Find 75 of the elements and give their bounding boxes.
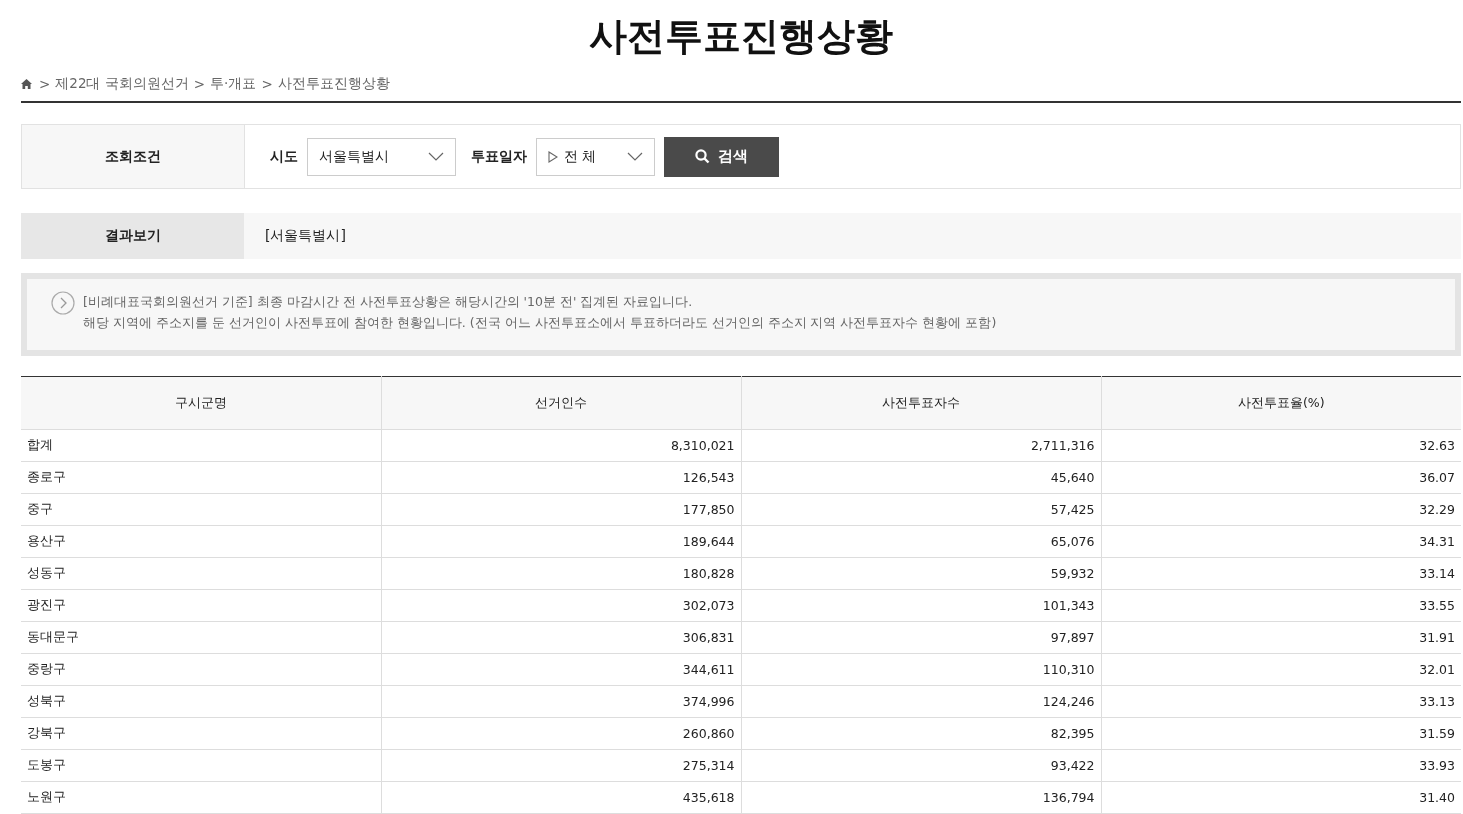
date-label: 투표일자 <box>471 147 527 166</box>
table-cell: 32.01 <box>1101 653 1461 686</box>
column-header: 사전투표율(%) <box>1101 376 1461 430</box>
table-cell: 136,794 <box>741 781 1101 814</box>
table-cell: 33.13 <box>1101 685 1461 718</box>
table-cell: 124,246 <box>741 685 1101 718</box>
table-cell: 32.63 <box>1101 429 1461 462</box>
column-header: 구시군명 <box>21 376 381 430</box>
table-cell: 275,314 <box>381 749 741 782</box>
table-cell: 344,611 <box>381 653 741 686</box>
column-header: 선거인수 <box>381 376 741 430</box>
notice-text: [비례대표국회의원선거 기준] 최종 마감시간 전 사전투표상황은 해당시간의 '10분 전' 집계된 자료입니다. <box>83 294 694 311</box>
table-cell: 광진구 <box>21 589 381 622</box>
home-icon[interactable] <box>21 79 32 89</box>
search-heading: 조회조건 <box>22 125 245 188</box>
table-cell: 성동구 <box>21 557 381 590</box>
table-cell: 31.40 <box>1101 781 1461 814</box>
table-cell: 97,897 <box>741 621 1101 654</box>
table-cell: 110,310 <box>741 653 1101 686</box>
breadcrumb-separator: > <box>193 76 206 92</box>
table-cell: 33.14 <box>1101 557 1461 590</box>
table-cell: 34.31 <box>1101 525 1461 558</box>
table-cell: 도봉구 <box>21 749 381 782</box>
notice-text: 해당 지역에 주소지를 둔 선거인이 사전투표에 참여한 현황입니다. (전국 어느 사전투표소에서 투표하더라도 선거인의 주소지 지역 사전투표자수 현황에 포함) <box>83 315 997 332</box>
region-label: 시도 <box>270 147 298 166</box>
table-cell: 31.91 <box>1101 621 1461 654</box>
table-cell: 용산구 <box>21 525 381 558</box>
chevron-down-icon <box>428 152 444 161</box>
chevron-circle-icon <box>51 291 75 315</box>
breadcrumb-separator: > <box>39 76 51 92</box>
table-cell: 126,543 <box>381 461 741 494</box>
table-cell: 260,860 <box>381 717 741 750</box>
table-cell: 82,395 <box>741 717 1101 750</box>
result-heading: 결과보기 <box>21 213 244 259</box>
table-cell: 65,076 <box>741 525 1101 558</box>
breadcrumb-link[interactable]: 사전투표진행상황 <box>277 75 390 93</box>
table-cell: 57,425 <box>741 493 1101 526</box>
table-cell: 435,618 <box>381 781 741 814</box>
table-cell: 성북구 <box>21 685 381 718</box>
chevron-down-icon <box>627 152 643 161</box>
triangle-right-icon <box>548 150 558 163</box>
date-dropdown[interactable]: 전 체 <box>536 137 655 176</box>
table-cell: 93,422 <box>741 749 1101 782</box>
breadcrumb-separator: > <box>261 76 273 92</box>
search-button[interactable]: 검색 <box>664 136 779 177</box>
table-cell: 180,828 <box>381 557 741 590</box>
table-cell: 노원구 <box>21 781 381 814</box>
table-cell: 36.07 <box>1101 461 1461 494</box>
table-cell: 45,640 <box>741 461 1101 494</box>
table-cell: 177,850 <box>381 493 741 526</box>
page-title: 사전투표진행상황 <box>588 13 894 60</box>
table-cell: 강북구 <box>21 717 381 750</box>
table-cell: 8,310,021 <box>381 429 741 462</box>
breadcrumb-link[interactable]: 제22대 국회의원선거 <box>55 75 189 93</box>
table-cell: 중구 <box>21 493 381 526</box>
table-cell: 종로구 <box>21 461 381 494</box>
table-cell: 합계 <box>21 429 381 462</box>
breadcrumb-link[interactable]: 투·개표 <box>210 75 257 93</box>
table-cell: 동대문구 <box>21 621 381 654</box>
column-header: 사전투표자수 <box>741 376 1101 430</box>
search-icon <box>695 149 710 164</box>
table-cell: 302,073 <box>381 589 741 622</box>
table-cell: 33.55 <box>1101 589 1461 622</box>
table-cell: 189,644 <box>381 525 741 558</box>
table-cell: 101,343 <box>741 589 1101 622</box>
table-cell: 중랑구 <box>21 653 381 686</box>
table-cell: 374,996 <box>381 685 741 718</box>
result-region: [서울특별시] <box>264 226 346 245</box>
table-cell: 33.93 <box>1101 749 1461 782</box>
table-cell: 306,831 <box>381 621 741 654</box>
region-dropdown[interactable]: 서울특별시 <box>307 137 456 176</box>
table-cell: 59,932 <box>741 557 1101 590</box>
table-cell: 2,711,316 <box>741 429 1101 462</box>
table-cell: 32.29 <box>1101 493 1461 526</box>
table-cell: 31.59 <box>1101 717 1461 750</box>
